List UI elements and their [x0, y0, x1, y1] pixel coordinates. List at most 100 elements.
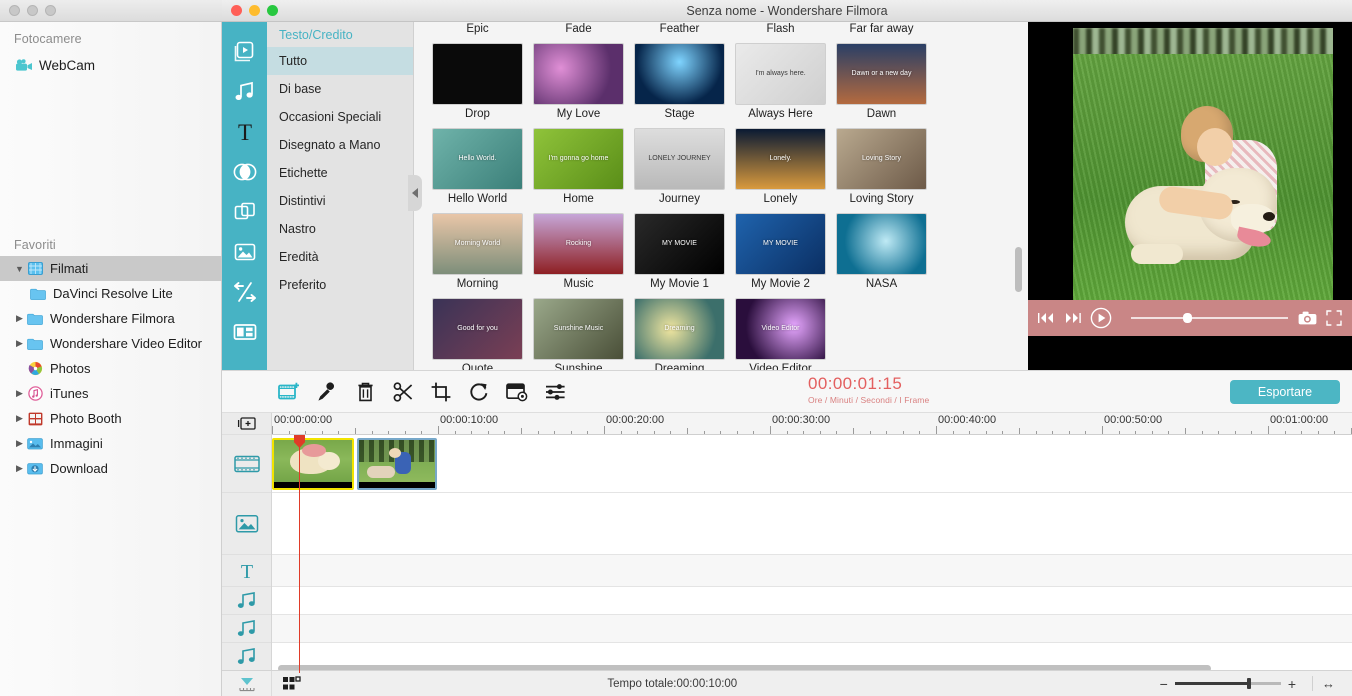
audio-track-2-icon[interactable]: [222, 615, 271, 643]
play-button[interactable]: [1090, 307, 1112, 329]
category-item[interactable]: Etichette: [267, 159, 413, 187]
voiceover-mic-icon[interactable]: [308, 377, 346, 407]
video-clip-2[interactable]: [357, 438, 437, 490]
category-item[interactable]: Tutto: [267, 47, 413, 75]
template-thumbnail[interactable]: My Love: [533, 43, 624, 120]
disclosure-triangle-icon[interactable]: ▶: [14, 463, 25, 474]
finder-item-davinci-resolve-lite[interactable]: DaVinci Resolve Lite: [0, 281, 222, 306]
crop-icon[interactable]: [422, 377, 460, 407]
rotate-icon[interactable]: [460, 377, 498, 407]
preview-progress-knob[interactable]: [1182, 313, 1192, 323]
ruler-tick: [786, 431, 788, 434]
template-thumbnail[interactable]: LONELY JOURNEY Journey: [634, 128, 725, 205]
text-track-icon[interactable]: T: [222, 555, 271, 587]
filters-icon[interactable]: [226, 152, 264, 192]
finder-item-wondershare-filmora[interactable]: ▶ Wondershare Filmora: [0, 306, 222, 331]
zoom-in-button[interactable]: +: [1281, 676, 1303, 692]
export-button[interactable]: Esportare: [1230, 380, 1340, 404]
template-thumbnail[interactable]: MY MOVIE My Movie 2: [735, 213, 826, 290]
audio-track-3-icon[interactable]: [222, 643, 271, 671]
pip-settings-icon[interactable]: [498, 377, 536, 407]
fullscreen-icon[interactable]: [1326, 310, 1342, 326]
disclosure-triangle-icon[interactable]: ▶: [14, 438, 25, 449]
snapshot-camera-icon[interactable]: [1298, 311, 1317, 325]
template-thumbnail[interactable]: MY MOVIE My Movie 1: [634, 213, 725, 290]
video-track-icon[interactable]: [222, 435, 271, 493]
preview-video[interactable]: [1028, 22, 1352, 330]
category-item[interactable]: Occasioni Speciali: [267, 103, 413, 131]
template-caption: Journey: [659, 193, 700, 205]
split-screen-icon[interactable]: [226, 312, 264, 352]
template-thumbnail[interactable]: Lonely. Lonely: [735, 128, 826, 205]
template-thumbnail[interactable]: Dawn or a new day Dawn: [836, 43, 927, 120]
split-scissors-icon[interactable]: [384, 377, 422, 407]
skip-back-icon[interactable]: [1038, 312, 1055, 324]
category-item[interactable]: Di base: [267, 75, 413, 103]
template-thumbnail[interactable]: Stage: [634, 43, 725, 120]
category-item[interactable]: Preferito: [267, 271, 413, 299]
template-thumbnail[interactable]: Rocking Music: [533, 213, 624, 290]
audio-track-1[interactable]: [272, 587, 1352, 615]
playhead[interactable]: [294, 435, 305, 673]
template-thumbnail[interactable]: Video Editor Video Editor: [735, 298, 826, 370]
disclosure-triangle-icon[interactable]: ▼: [14, 264, 25, 274]
preview-progress-slider[interactable]: [1131, 313, 1288, 323]
finder-zoom-button[interactable]: [45, 5, 56, 16]
finder-item-wondershare-video-editor[interactable]: ▶ Wondershare Video Editor: [0, 331, 222, 356]
disclosure-triangle-icon[interactable]: ▶: [14, 313, 25, 324]
category-item[interactable]: Eredità: [267, 243, 413, 271]
grid-scrollbar-thumb[interactable]: [1015, 247, 1022, 292]
disclosure-triangle-icon[interactable]: ▶: [14, 388, 25, 399]
audio-track-2[interactable]: [272, 615, 1352, 643]
panel-collapse-button[interactable]: [408, 175, 422, 211]
zoom-out-button[interactable]: −: [1153, 676, 1175, 692]
elements-icon[interactable]: [226, 232, 264, 272]
transitions-icon[interactable]: [226, 272, 264, 312]
audio-track-1-icon[interactable]: [222, 587, 271, 615]
finder-item-photos[interactable]: Photos: [0, 356, 222, 381]
add-media-icon[interactable]: [270, 377, 308, 407]
image-track[interactable]: [272, 493, 1352, 555]
skip-forward-icon[interactable]: [1064, 312, 1081, 324]
add-track-icon[interactable]: [222, 413, 271, 435]
category-item[interactable]: Nastro: [267, 215, 413, 243]
text-icon[interactable]: T: [226, 112, 264, 152]
finder-item-photo-booth[interactable]: ▶ Photo Booth: [0, 406, 222, 431]
zoom-slider-knob[interactable]: [1246, 678, 1251, 689]
media-icon[interactable]: [226, 32, 264, 72]
template-thumbnail[interactable]: Loving Story Loving Story: [836, 128, 927, 205]
disclosure-triangle-icon[interactable]: ▶: [14, 338, 25, 349]
template-grid-panel[interactable]: Epic Fade Feather Flash Far far away Drop My L…: [414, 0, 1028, 370]
image-track-icon[interactable]: [222, 493, 271, 555]
finder-minimize-button[interactable]: [27, 5, 38, 16]
timeline-ruler[interactable]: 00:00:00:00 00:00:10:00 00:00:20:00 00:00:3…: [272, 413, 1352, 435]
category-item[interactable]: Distintivi: [267, 187, 413, 215]
video-clip-1[interactable]: [272, 438, 354, 490]
template-thumbnail[interactable]: Good for you Quote: [432, 298, 523, 370]
disclosure-triangle-icon[interactable]: ▶: [14, 413, 25, 424]
delete-trash-icon[interactable]: [346, 377, 384, 407]
timeline-tracks[interactable]: [272, 435, 1352, 673]
finder-close-button[interactable]: [9, 5, 20, 16]
video-track[interactable]: [272, 435, 1352, 493]
fit-to-timeline-button[interactable]: ↔: [1312, 676, 1344, 691]
finder-item-filmati[interactable]: ▼ Filmati: [0, 256, 222, 281]
text-track[interactable]: [272, 555, 1352, 587]
template-thumbnail[interactable]: Hello World. Hello World: [432, 128, 523, 205]
template-thumbnail[interactable]: Dreaming Dreaming: [634, 298, 725, 370]
template-thumbnail[interactable]: Sunshine Music Sunshine: [533, 298, 624, 370]
finder-item-immagini[interactable]: ▶ Immagini: [0, 431, 222, 456]
overlays-icon[interactable]: [226, 192, 264, 232]
template-thumbnail[interactable]: NASA: [836, 213, 927, 290]
equalizer-icon[interactable]: [536, 377, 574, 407]
finder-item-download[interactable]: ▶ Download: [0, 456, 222, 481]
finder-item-itunes[interactable]: ▶ Photo Booth iTunes: [0, 381, 222, 406]
template-thumbnail[interactable]: I'm always here. Always Here: [735, 43, 826, 120]
music-icon[interactable]: [226, 72, 264, 112]
template-thumbnail[interactable]: I'm gonna go home Home: [533, 128, 624, 205]
template-thumbnail[interactable]: Morning World Morning: [432, 213, 523, 290]
zoom-slider[interactable]: [1174, 678, 1281, 689]
template-thumbnail[interactable]: Drop: [432, 43, 523, 120]
finder-item-webcam[interactable]: WebCam: [0, 50, 221, 80]
category-item[interactable]: Disegnato a Mano: [267, 131, 413, 159]
